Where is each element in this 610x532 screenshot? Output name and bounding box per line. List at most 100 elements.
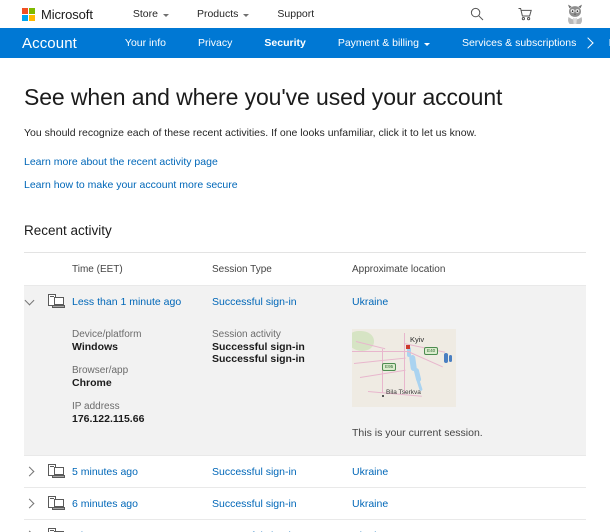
row-detail-panel: Device/platform Windows Browser/app Chro… <box>24 317 586 455</box>
map-road <box>404 333 406 393</box>
page-title: See when and where you've used your acco… <box>24 84 503 110</box>
search-icon[interactable] <box>468 5 486 23</box>
tab-security-label: Security <box>264 37 306 49</box>
row-expand-toggle[interactable] <box>24 498 48 509</box>
detail-device-column: Device/platform Windows Browser/app Chro… <box>72 329 212 439</box>
map-road <box>382 349 384 393</box>
main-content: See when and where you've used your acco… <box>0 84 610 532</box>
map-water-right <box>444 353 448 363</box>
device-platform-icon <box>48 294 72 309</box>
map-road-shield-e40: E40 <box>424 347 439 355</box>
device-platform-icon <box>48 528 72 532</box>
table-header-row: Time (EET) Session Type Approximate loca… <box>24 252 586 285</box>
current-session-note: This is your current session. <box>352 427 483 439</box>
logo-square-blue <box>22 14 28 21</box>
tab-privacy[interactable]: Privacy <box>182 37 248 49</box>
row-time[interactable]: 5 minutes ago <box>72 466 212 478</box>
map-road <box>352 351 410 353</box>
chevron-down-icon <box>24 295 35 305</box>
tab-your-info[interactable]: Your info <box>109 37 182 49</box>
map-road-shield-e95: E95 <box>382 363 397 371</box>
row-time[interactable]: Less than 1 minute ago <box>72 296 212 308</box>
chevron-right-icon <box>582 37 594 49</box>
tab-privacy-label: Privacy <box>197 37 233 49</box>
tab-services-subscriptions[interactable]: Services & subscriptions <box>446 37 592 49</box>
detail-activity-label: Session activity <box>212 329 281 340</box>
device-platform-icon <box>48 464 72 479</box>
tab-services-subscriptions-label: Services & subscriptions <box>461 37 577 49</box>
row-expand-toggle[interactable] <box>24 466 48 477</box>
header-spacer-chevron <box>24 264 48 275</box>
microsoft-logo[interactable]: Microsoft <box>22 7 93 22</box>
header-session-type: Session Type <box>212 264 272 275</box>
location-map[interactable]: E40 E95 Kyiv Bila Tserkva <box>352 329 456 407</box>
chevron-right-icon <box>24 466 35 477</box>
global-nav-support[interactable]: Support <box>263 8 328 20</box>
recent-activity-table: Time (EET) Session Type Approximate loca… <box>24 252 586 532</box>
page-subtitle: You should recognize each of these recen… <box>24 127 477 139</box>
row-location[interactable]: Ukraine <box>352 498 586 510</box>
detail-browser-label: Browser/app <box>72 365 129 376</box>
account-brand-label[interactable]: Account <box>22 35 77 52</box>
detail-activity-column: Session activity Successful sign-in Succ… <box>212 329 352 439</box>
row-expand-toggle[interactable] <box>24 295 48 307</box>
microsoft-logo-squares <box>22 7 35 21</box>
map-water-right <box>449 355 452 362</box>
row-session-type[interactable]: Successful sign-in <box>212 466 352 478</box>
header-spacer-icon <box>48 264 72 275</box>
row-time[interactable]: 6 minutes ago <box>72 498 212 510</box>
detail-ip-label: IP address <box>72 401 120 412</box>
detail-map-column: E40 E95 Kyiv Bila Tserkva This is your c… <box>352 329 586 439</box>
microsoft-wordmark: Microsoft <box>41 6 93 22</box>
logo-square-yellow <box>29 14 35 21</box>
nav-scroll-right-button[interactable] <box>574 28 602 58</box>
tab-security[interactable]: Security <box>248 37 321 49</box>
map-city-label-bila-tserkva: Bila Tserkva <box>386 389 421 396</box>
row-session-type[interactable]: Successful sign-in <box>212 296 352 308</box>
global-header-actions <box>468 3 596 25</box>
tab-payment-billing[interactable]: Payment & billing <box>322 37 446 49</box>
map-city-label-kyiv: Kyiv <box>410 335 425 344</box>
tab-your-info-label: Your info <box>124 37 166 49</box>
header-time: Time (EET) <box>72 264 123 275</box>
table-row[interactable]: 6 minutes ago Successful sign-in Ukraine <box>24 487 586 519</box>
row-session-type[interactable]: Successful sign-in <box>212 498 352 510</box>
detail-device-label: Device/platform <box>72 329 142 340</box>
global-nav-store[interactable]: Store <box>119 8 183 20</box>
microsoft-global-header: Microsoft Store Products Support <box>0 0 610 28</box>
table-row[interactable]: 5 minutes ago Successful sign-in Ukraine <box>24 455 586 487</box>
row-location[interactable]: Ukraine <box>352 296 586 308</box>
link-learn-more-recent-activity[interactable]: Learn more about the recent activity pag… <box>24 156 586 168</box>
chevron-down-icon <box>162 13 169 17</box>
detail-spacer <box>24 329 72 439</box>
global-nav-store-label: Store <box>132 8 158 20</box>
tab-payment-billing-label: Payment & billing <box>337 37 419 49</box>
shopping-cart-icon[interactable] <box>516 5 534 23</box>
logo-square-red <box>22 7 28 14</box>
detail-device-value: Windows <box>72 341 118 353</box>
detail-activity-value-2: Successful sign-in <box>212 353 305 365</box>
account-nav-items: Your info Privacy Security Payment & bil… <box>109 37 610 49</box>
map-city-marker-bila-tserkva <box>382 395 385 398</box>
global-nav: Store Products Support <box>119 8 328 20</box>
device-platform-icon <box>48 496 72 511</box>
global-nav-support-label: Support <box>277 8 315 20</box>
section-title-recent-activity: Recent activity <box>24 223 112 238</box>
account-navigation-bar: Account Your info Privacy Security Payme… <box>0 28 610 58</box>
global-nav-products[interactable]: Products <box>183 8 263 20</box>
link-learn-account-secure[interactable]: Learn how to make your account more secu… <box>24 179 586 191</box>
table-row[interactable]: 4 hours ago Successful sign-in Ukraine <box>24 519 586 532</box>
logo-square-green <box>29 7 35 14</box>
row-location[interactable]: Ukraine <box>352 466 586 478</box>
map-city-marker-kyiv <box>406 345 410 349</box>
detail-browser-value: Chrome <box>72 377 112 389</box>
chevron-down-icon <box>423 42 430 46</box>
table-row[interactable]: Less than 1 minute ago Successful sign-i… <box>24 285 586 317</box>
user-avatar[interactable] <box>564 3 586 25</box>
detail-ip-value: 176.122.115.66 <box>72 413 145 425</box>
detail-activity-value-1: Successful sign-in <box>212 341 305 353</box>
chevron-down-icon <box>243 13 250 17</box>
header-location: Approximate location <box>352 264 446 275</box>
map-road <box>353 357 406 365</box>
chevron-right-icon <box>24 498 35 509</box>
